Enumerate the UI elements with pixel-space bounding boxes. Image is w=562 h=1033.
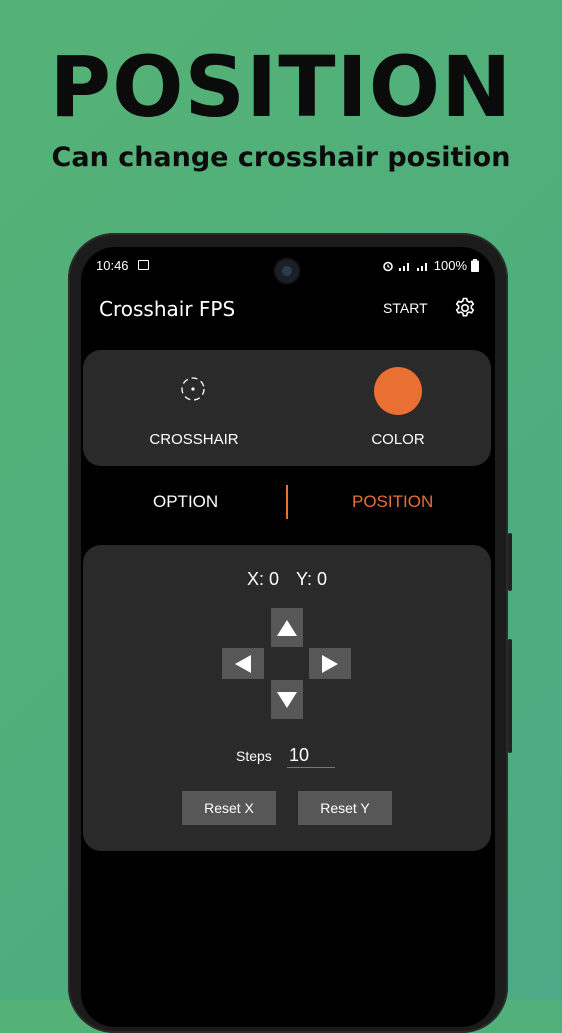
- status-time: 10:46: [96, 258, 129, 273]
- front-camera: [275, 259, 299, 283]
- right-arrow-icon: [322, 654, 338, 673]
- reset-x-button[interactable]: Reset X: [182, 791, 276, 825]
- status-right-group: 100%: [382, 258, 479, 273]
- gear-icon[interactable]: [453, 296, 477, 320]
- phone-side-button: [508, 639, 512, 753]
- reset-y-button[interactable]: Reset Y: [298, 791, 392, 825]
- battery-text: 100%: [433, 258, 467, 273]
- phone-side-button: [508, 533, 512, 591]
- crosshair-color-card: CROSSHAIR COLOR: [83, 350, 491, 466]
- steps-input[interactable]: [287, 743, 335, 768]
- promo-title: POSITION: [49, 38, 513, 136]
- app-title: Crosshair FPS: [99, 297, 236, 321]
- tab-option[interactable]: OPTION: [153, 492, 218, 512]
- start-button[interactable]: START: [383, 300, 428, 316]
- signal-icon: [398, 262, 409, 271]
- crosshair-icon[interactable]: [180, 376, 206, 402]
- move-right-button[interactable]: [309, 648, 351, 679]
- move-left-button[interactable]: [222, 648, 264, 679]
- promo-subtitle: Can change crosshair position: [51, 142, 511, 173]
- coordinates-readout: X: 0 Y: 0: [83, 569, 491, 590]
- color-swatch[interactable]: [374, 367, 422, 415]
- up-arrow-icon: [277, 619, 297, 636]
- color-label[interactable]: COLOR: [349, 431, 447, 448]
- move-down-button[interactable]: [271, 680, 303, 719]
- phone-screen: 10:46 100% Crosshair FPS START CROSSHAIR…: [81, 247, 495, 1027]
- gallery-icon: [138, 260, 149, 270]
- tab-divider: [286, 485, 288, 519]
- y-value: Y: 0: [296, 569, 328, 589]
- steps-label: Steps: [236, 748, 272, 764]
- alarm-icon: [382, 261, 393, 271]
- tab-position[interactable]: POSITION: [352, 492, 433, 512]
- signal-icon: [416, 262, 427, 271]
- crosshair-label[interactable]: CROSSHAIR: [129, 431, 259, 448]
- x-value: X: 0: [246, 569, 279, 589]
- left-arrow-icon: [235, 654, 251, 673]
- battery-icon: [471, 259, 479, 272]
- down-arrow-icon: [277, 691, 297, 708]
- position-card: X: 0 Y: 0 Steps Reset X Reset Y: [83, 545, 491, 851]
- move-up-button[interactable]: [271, 608, 303, 647]
